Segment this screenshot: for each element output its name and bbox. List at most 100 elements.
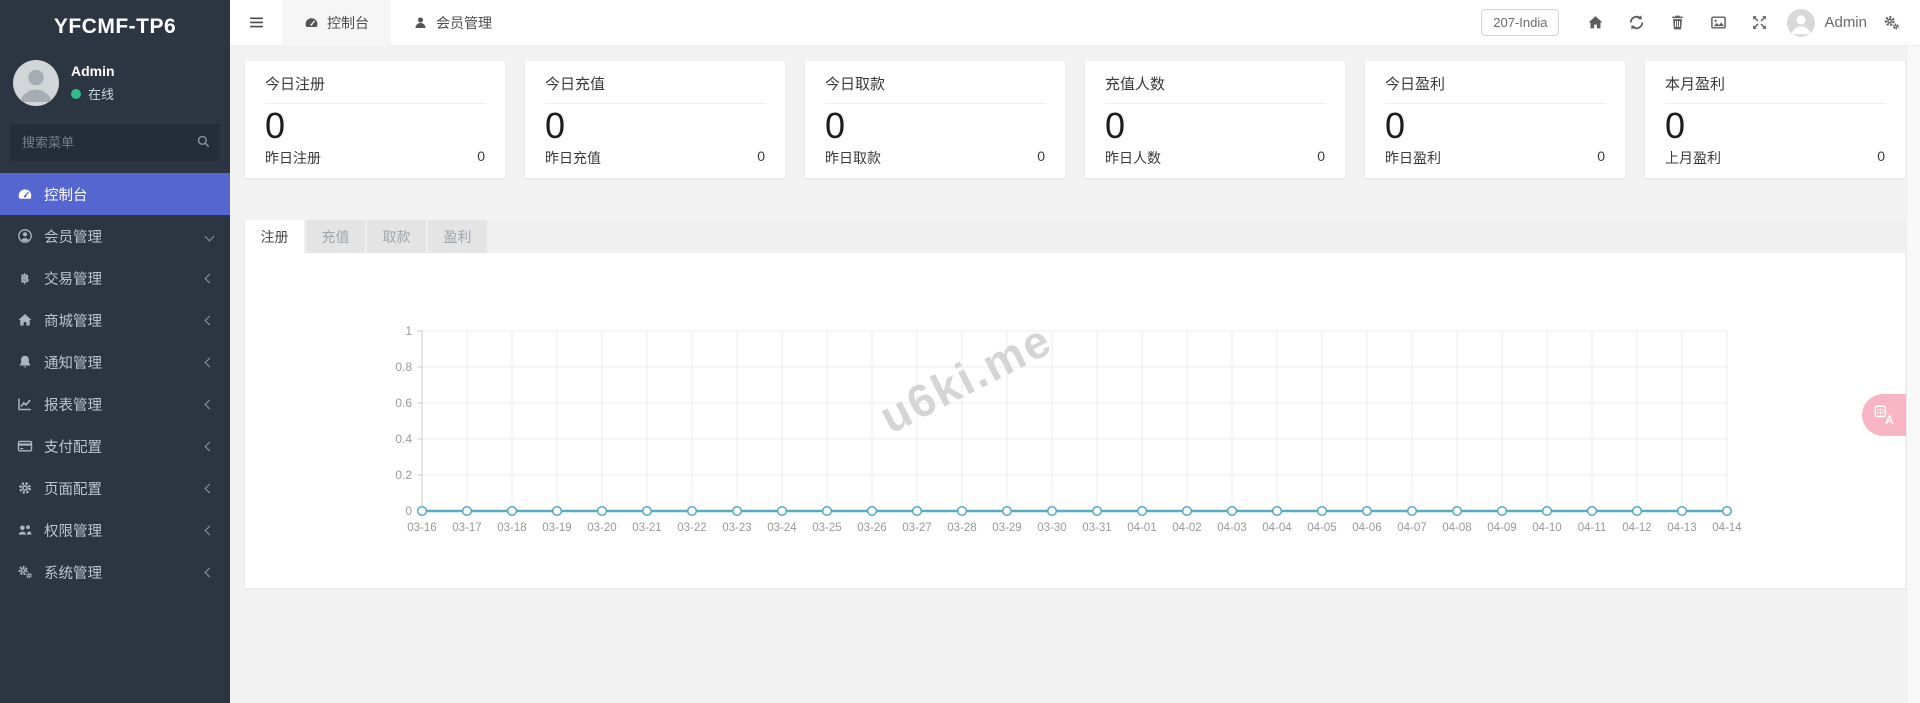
search-input[interactable] — [10, 124, 220, 161]
stat-card-5: 本月盈利 0 上月盈利 0 — [1645, 61, 1905, 178]
chart-tab-2[interactable]: 取款 — [367, 220, 426, 253]
header-tab-1[interactable]: 会员管理 — [391, 0, 514, 46]
sidebar-item-4[interactable]: 通知管理 — [0, 341, 230, 383]
svg-text:03-20: 03-20 — [587, 522, 616, 534]
stat-sub-value: 0 — [1597, 148, 1605, 164]
chart-tab-0[interactable]: 注册 — [245, 220, 304, 253]
header-username[interactable]: Admin — [1824, 14, 1867, 31]
chevron-left-icon — [204, 441, 215, 451]
svg-text:04-12: 04-12 — [1622, 522, 1651, 534]
stat-card-0: 今日注册 0 昨日注册 0 — [245, 61, 505, 178]
header-tab-label: 控制台 — [327, 14, 369, 31]
chart-tab-3[interactable]: 盈利 — [428, 220, 487, 253]
stat-sub-label: 昨日人数 — [1105, 150, 1161, 166]
stat-title: 本月盈利 — [1665, 73, 1885, 104]
clear-cache-icon[interactable] — [1698, 0, 1739, 46]
sidebar-item-5[interactable]: 报表管理 — [0, 383, 230, 425]
page-icon — [16, 480, 33, 496]
sidebar-item-label: 商城管理 — [44, 313, 102, 330]
stat-sub-label: 昨日盈利 — [1385, 150, 1441, 166]
header-tabs: 控制台 会员管理 — [282, 0, 514, 46]
stat-footer: 昨日充值 0 — [545, 148, 765, 169]
trash-icon[interactable] — [1657, 0, 1698, 46]
online-label: 在线 — [88, 87, 115, 102]
sidebar-item-1[interactable]: 会员管理 — [0, 215, 230, 257]
stat-value: 0 — [825, 105, 846, 146]
translate-button[interactable]: 中A — [1862, 394, 1906, 436]
svg-text:04-03: 04-03 — [1217, 522, 1246, 534]
svg-text:03-21: 03-21 — [632, 522, 661, 534]
header-tab-0[interactable]: 控制台 — [282, 0, 391, 46]
svg-text:04-01: 04-01 — [1127, 522, 1156, 534]
svg-text:03-26: 03-26 — [857, 522, 886, 534]
sidebar-item-0[interactable]: 控制台 — [0, 173, 230, 215]
online-dot-icon — [71, 88, 81, 99]
stat-value: 0 — [545, 105, 566, 146]
home-icon[interactable] — [1575, 0, 1616, 46]
menu-icon[interactable] — [230, 0, 282, 46]
stat-title: 今日取款 — [825, 73, 1045, 104]
svg-text:04-08: 04-08 — [1442, 522, 1471, 534]
header-tab-label: 会员管理 — [436, 14, 492, 31]
sidebar-item-label: 权限管理 — [44, 523, 102, 540]
stat-sub-value: 0 — [477, 148, 485, 164]
content: 今日注册 0 昨日注册 0 今日充值 0 昨日充值 0 今日取款 0 昨日取款 0 充值人数 0 昨日人数 0… — [230, 46, 1920, 703]
svg-text:03-22: 03-22 — [677, 522, 706, 534]
stat-card-2: 今日取款 0 昨日取款 0 — [805, 61, 1065, 178]
notice-icon — [16, 354, 33, 370]
svg-text:中: 中 — [1877, 406, 1885, 416]
menu-search — [10, 124, 220, 161]
header-avatar[interactable] — [1787, 8, 1816, 37]
sidebar-item-3[interactable]: 商城管理 — [0, 299, 230, 341]
site-selector-button[interactable]: 207-India — [1481, 9, 1560, 36]
svg-text:03-25: 03-25 — [812, 522, 841, 534]
chart-tab-1[interactable]: 充值 — [306, 220, 365, 253]
svg-text:03-16: 03-16 — [407, 522, 436, 534]
user-avatar[interactable] — [13, 60, 59, 106]
member-icon — [16, 228, 33, 244]
svg-text:04-04: 04-04 — [1262, 522, 1292, 534]
chevron-down-icon — [204, 231, 215, 241]
stat-title: 今日充值 — [545, 73, 765, 104]
scrollbar[interactable] — [1906, 46, 1920, 703]
chevron-left-icon — [204, 399, 215, 409]
sidebar-item-label: 支付配置 — [44, 439, 102, 456]
search-icon — [196, 134, 211, 149]
stat-sub-label: 昨日取款 — [825, 150, 881, 166]
sidebar-item-label: 页面配置 — [44, 481, 102, 498]
sidebar-item-2[interactable]: ฿ 交易管理 — [0, 257, 230, 299]
mall-icon — [16, 312, 33, 328]
stat-sub-label: 昨日注册 — [265, 150, 321, 166]
svg-text:04-13: 04-13 — [1667, 522, 1696, 534]
dashboard-icon — [304, 15, 319, 30]
stat-card-1: 今日充值 0 昨日充值 0 — [525, 61, 785, 178]
svg-text:03-18: 03-18 — [497, 522, 526, 534]
svg-text:0.8: 0.8 — [395, 360, 412, 374]
line-chart: 0 0.2 0.4 0.6 0.8 1 03-16 03-17 03-18 03-19 03-20 0… — [395, 324, 1742, 534]
fullscreen-icon[interactable] — [1739, 0, 1780, 46]
svg-text:04-11: 04-11 — [1578, 522, 1607, 534]
chevron-left-icon — [204, 567, 215, 577]
svg-text:03-19: 03-19 — [542, 522, 571, 534]
sidebar-item-label: 交易管理 — [44, 271, 102, 288]
stat-title: 充值人数 — [1105, 73, 1325, 104]
sidebar-item-label: 控制台 — [44, 187, 88, 204]
sidebar-item-8[interactable]: 权限管理 — [0, 509, 230, 551]
svg-text:0.4: 0.4 — [395, 432, 412, 446]
svg-text:0.2: 0.2 — [395, 468, 412, 482]
sidebar-item-7[interactable]: 页面配置 — [0, 467, 230, 509]
stat-footer: 昨日注册 0 — [265, 148, 485, 169]
stat-footer: 昨日取款 0 — [825, 148, 1045, 169]
header: 控制台 会员管理 207-India Admin — [230, 0, 1920, 46]
user-name: Admin — [71, 63, 115, 79]
sidebar-item-6[interactable]: 支付配置 — [0, 425, 230, 467]
svg-text:04-14: 04-14 — [1712, 522, 1742, 534]
sidebar-item-9[interactable]: 系统管理 — [0, 551, 230, 593]
report-icon — [16, 396, 33, 412]
sidebar-user: Admin 在线 — [0, 54, 230, 120]
svg-text:03-23: 03-23 — [722, 522, 751, 534]
permission-icon — [16, 522, 33, 538]
refresh-icon[interactable] — [1616, 0, 1657, 46]
gear-icon[interactable] — [1871, 0, 1912, 46]
sidebar: YFCMF-TP6 Admin 在线 控制台会员管理 ฿ 交易管理商城管理通知管理报… — [0, 0, 230, 703]
